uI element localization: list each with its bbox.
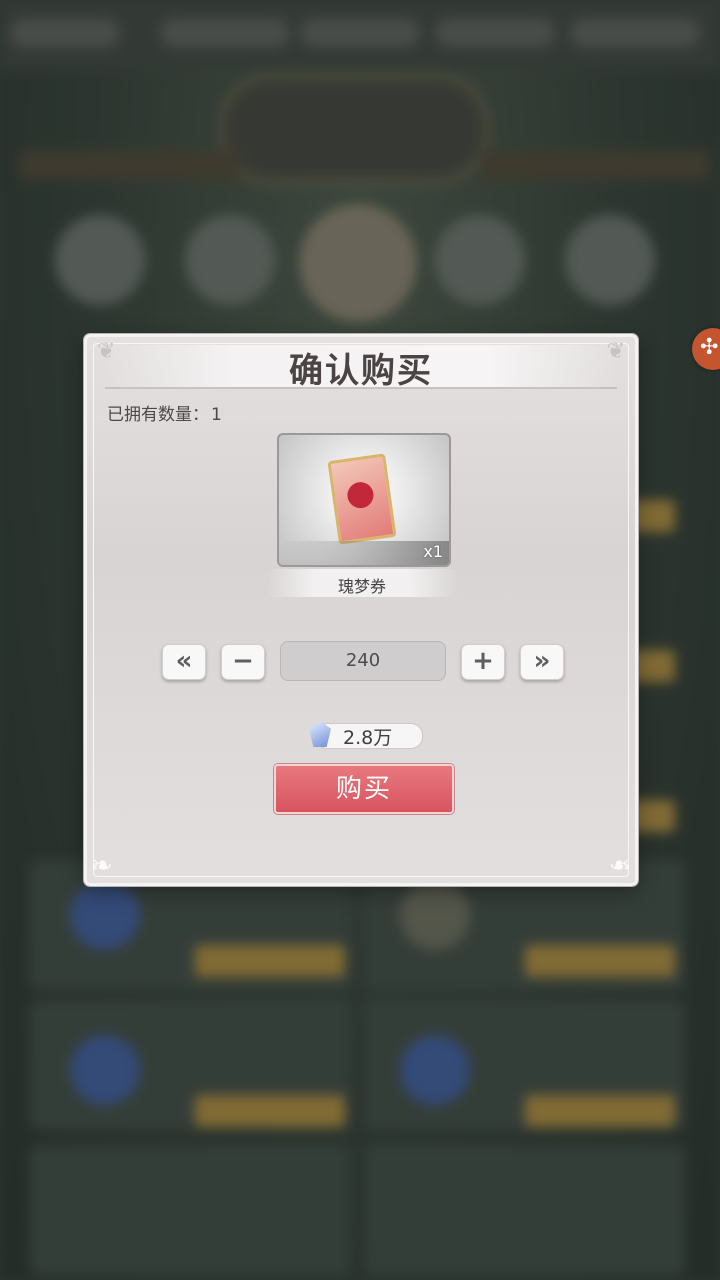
- quantity-min-button[interactable]: «: [162, 644, 206, 680]
- quantity-input[interactable]: 240: [280, 641, 446, 681]
- owned-count: 1: [211, 405, 222, 425]
- swirl-ornament-icon: ❧: [609, 851, 631, 881]
- price-amount: 2.8万: [343, 727, 393, 749]
- buy-button[interactable]: 购买: [274, 764, 454, 814]
- swirl-ornament-icon: ❧: [91, 851, 113, 881]
- item-preview[interactable]: x1: [277, 433, 451, 567]
- confirm-purchase-dialog: ❦ ❦ ❧ ❧ 确认购买 已拥有数量：1 x1 瑰梦券 « − 240 + » …: [84, 334, 638, 886]
- quantity-minus-button[interactable]: −: [221, 644, 265, 680]
- quantity-plus-button[interactable]: +: [461, 644, 505, 680]
- quantity-max-button[interactable]: »: [520, 644, 564, 680]
- item-quantity-badge: x1: [423, 542, 443, 561]
- owned-label: 已拥有数量：: [107, 405, 209, 425]
- rose-ticket-icon: [327, 453, 397, 545]
- owned-count-label: 已拥有数量： 1: [105, 400, 222, 425]
- dialog-title: 确认购买: [289, 351, 433, 391]
- item-name: 瑰梦券: [337, 577, 386, 596]
- rose-icon: [345, 480, 376, 510]
